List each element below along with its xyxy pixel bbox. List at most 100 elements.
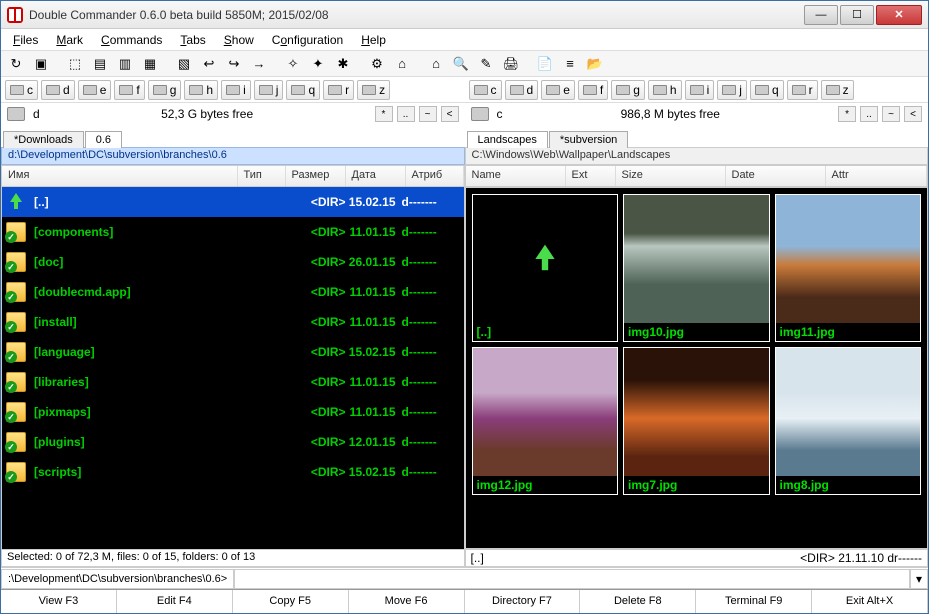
left-file-list[interactable]: [..]<DIR>15.02.15d-------✓[components]<D…: [1, 187, 465, 549]
drive-button-r[interactable]: r: [323, 80, 354, 100]
toolbar-button[interactable]: ▧: [173, 53, 195, 75]
drive-button-d[interactable]: d: [505, 80, 539, 100]
file-row[interactable]: ✓[language]<DIR>15.02.15d-------: [2, 337, 464, 367]
drive-button-j[interactable]: j: [717, 80, 747, 100]
drive-button-h[interactable]: h: [648, 80, 682, 100]
drive-button-f[interactable]: f: [114, 80, 144, 100]
menu-files[interactable]: Files: [5, 31, 46, 49]
toolbar-button[interactable]: →: [248, 53, 270, 75]
toolbar-button[interactable]: ↻: [5, 53, 27, 75]
panel-tab[interactable]: 0.6: [85, 131, 122, 148]
menu-help[interactable]: Help: [353, 31, 394, 49]
menu-configuration[interactable]: Configuration: [264, 31, 351, 49]
drive-button-i[interactable]: i: [221, 80, 251, 100]
toolbar-button[interactable]: ⚙: [366, 53, 388, 75]
left-back-button[interactable]: <: [441, 106, 459, 122]
drive-button-d[interactable]: d: [41, 80, 75, 100]
col-size[interactable]: Size: [616, 166, 726, 186]
col-size[interactable]: Размер: [286, 166, 346, 186]
file-row[interactable]: ✓[scripts]<DIR>15.02.15d-------: [2, 457, 464, 487]
col-ext[interactable]: Ext: [566, 166, 616, 186]
thumbnail[interactable]: img8.jpg: [775, 347, 922, 495]
drive-button-z[interactable]: z: [821, 80, 854, 100]
left-path-bar[interactable]: d:\Development\DC\subversion\branches\0.…: [1, 147, 465, 165]
toolbar-button[interactable]: ↩: [198, 53, 220, 75]
col-name[interactable]: Name: [466, 166, 566, 186]
panel-tab[interactable]: *Downloads: [3, 131, 84, 148]
toolbar-button[interactable]: ▣: [30, 53, 52, 75]
function-key[interactable]: Terminal F9: [696, 590, 812, 613]
col-attr[interactable]: Attr: [826, 166, 928, 186]
col-date[interactable]: Дата: [346, 166, 406, 186]
drive-button-z[interactable]: z: [357, 80, 390, 100]
command-input[interactable]: [234, 569, 910, 589]
left-root-button[interactable]: *: [375, 106, 393, 122]
drive-button-e[interactable]: e: [541, 80, 575, 100]
col-type[interactable]: Тип: [238, 166, 286, 186]
file-row[interactable]: ✓[pixmaps]<DIR>11.01.15d-------: [2, 397, 464, 427]
toolbar-button[interactable]: ▦: [139, 53, 161, 75]
toolbar-button[interactable]: ⌂: [425, 53, 447, 75]
drive-button-e[interactable]: e: [78, 80, 112, 100]
file-row[interactable]: ✓[doc]<DIR>26.01.15d-------: [2, 247, 464, 277]
toolbar-button[interactable]: ↪: [223, 53, 245, 75]
drive-button-q[interactable]: q: [286, 80, 320, 100]
menu-show[interactable]: Show: [216, 31, 262, 49]
toolbar-button[interactable]: ▤: [89, 53, 111, 75]
drive-button-g[interactable]: g: [611, 80, 645, 100]
toolbar-button[interactable]: 🔍: [450, 53, 472, 75]
left-up-button[interactable]: ..: [397, 106, 415, 122]
file-row[interactable]: ✓[install]<DIR>11.01.15d-------: [2, 307, 464, 337]
panel-tab[interactable]: Landscapes: [467, 131, 548, 148]
minimize-button[interactable]: —: [804, 5, 838, 25]
toolbar-button[interactable]: ✱: [332, 53, 354, 75]
drive-button-c[interactable]: c: [5, 80, 38, 100]
drive-button-c[interactable]: c: [469, 80, 502, 100]
toolbar-button[interactable]: ✦: [307, 53, 329, 75]
right-home-button[interactable]: ~: [882, 106, 900, 122]
right-back-button[interactable]: <: [904, 106, 922, 122]
drive-button-q[interactable]: q: [750, 80, 784, 100]
file-row[interactable]: ✓[plugins]<DIR>12.01.15d-------: [2, 427, 464, 457]
toolbar-button[interactable]: ⬚: [64, 53, 86, 75]
left-home-button[interactable]: ~: [419, 106, 437, 122]
function-key[interactable]: Edit F4: [117, 590, 233, 613]
drive-button-r[interactable]: r: [787, 80, 818, 100]
toolbar-button[interactable]: ⌂: [391, 53, 413, 75]
file-row[interactable]: ✓[components]<DIR>11.01.15d-------: [2, 217, 464, 247]
toolbar-button[interactable]: 📄: [534, 53, 556, 75]
drive-button-h[interactable]: h: [184, 80, 218, 100]
thumbnail[interactable]: [..]: [472, 194, 619, 342]
file-row[interactable]: ✓[libraries]<DIR>11.01.15d-------: [2, 367, 464, 397]
col-attr[interactable]: Атриб: [406, 166, 464, 186]
col-date[interactable]: Date: [726, 166, 826, 186]
menu-commands[interactable]: Commands: [93, 31, 170, 49]
toolbar-button[interactable]: ▥: [114, 53, 136, 75]
toolbar-button[interactable]: 📂: [584, 53, 606, 75]
menu-mark[interactable]: Mark: [48, 31, 91, 49]
thumbnail[interactable]: img12.jpg: [472, 347, 619, 495]
function-key[interactable]: Move F6: [349, 590, 465, 613]
col-name[interactable]: Имя: [2, 166, 238, 186]
toolbar-button[interactable]: ✎: [475, 53, 497, 75]
drive-button-j[interactable]: j: [254, 80, 284, 100]
thumbnail[interactable]: img7.jpg: [623, 347, 770, 495]
file-row[interactable]: [..]<DIR>15.02.15d-------: [2, 187, 464, 217]
function-key[interactable]: Copy F5: [233, 590, 349, 613]
file-row[interactable]: ✓[doublecmd.app]<DIR>11.01.15d-------: [2, 277, 464, 307]
function-key[interactable]: Exit Alt+X: [812, 590, 928, 613]
right-path-bar[interactable]: C:\Windows\Web\Wallpaper\Landscapes: [465, 147, 929, 165]
drive-button-f[interactable]: f: [578, 80, 608, 100]
drive-button-i[interactable]: i: [685, 80, 715, 100]
drive-button-g[interactable]: g: [148, 80, 182, 100]
command-history-button[interactable]: ▾: [910, 569, 928, 589]
function-key[interactable]: View F3: [1, 590, 117, 613]
right-thumb-grid[interactable]: [..]img10.jpgimg11.jpgimg12.jpgimg7.jpgi…: [465, 187, 929, 549]
menu-tabs[interactable]: Tabs: [172, 31, 213, 49]
close-button[interactable]: ✕: [876, 5, 922, 25]
toolbar-button[interactable]: ✧: [282, 53, 304, 75]
function-key[interactable]: Directory F7: [465, 590, 581, 613]
thumbnail[interactable]: img10.jpg: [623, 194, 770, 342]
toolbar-button[interactable]: 🖨: [500, 53, 522, 75]
panel-tab[interactable]: *subversion: [549, 131, 628, 148]
